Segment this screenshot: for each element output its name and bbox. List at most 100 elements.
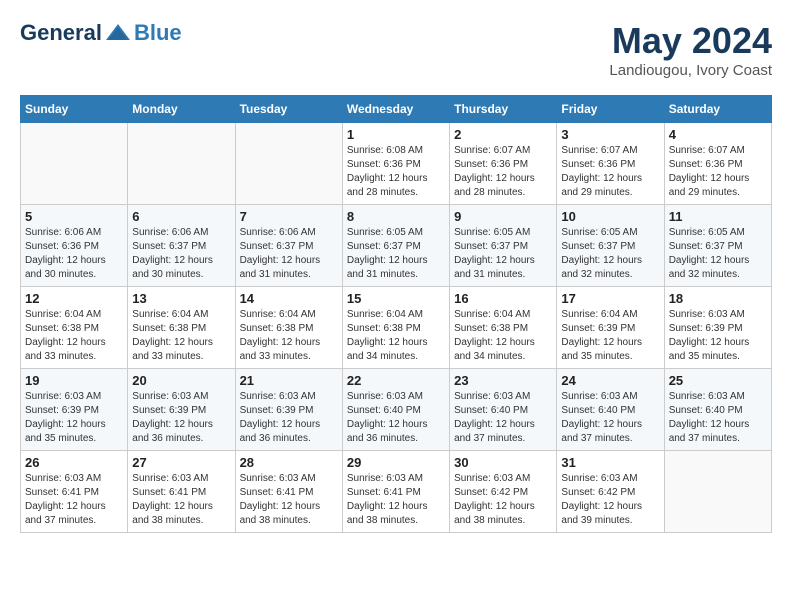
day-info: Sunrise: 6:06 AMSunset: 6:37 PMDaylight:… [132,226,230,282]
day-number: 12 [25,291,123,306]
calendar-cell: 5 Sunrise: 6:06 AMSunset: 6:36 PMDaylight… [21,205,128,287]
calendar-cell: 28 Sunrise: 6:03 AMSunset: 6:41 PMDayligh… [235,451,342,533]
day-info: Sunrise: 6:03 AMSunset: 6:40 PMDaylight:… [454,390,552,446]
column-header-wednesday: Wednesday [342,96,449,123]
logo-general-text: General [20,20,102,46]
day-info: Sunrise: 6:05 AMSunset: 6:37 PMDaylight:… [347,226,445,282]
column-header-tuesday: Tuesday [235,96,342,123]
calendar-cell: 24 Sunrise: 6:03 AMSunset: 6:40 PMDayligh… [557,369,664,451]
calendar-cell: 2 Sunrise: 6:07 AMSunset: 6:36 PMDaylight… [450,123,557,205]
day-number: 1 [347,127,445,142]
day-info: Sunrise: 6:03 AMSunset: 6:40 PMDaylight:… [669,390,767,446]
day-info: Sunrise: 6:05 AMSunset: 6:37 PMDaylight:… [669,226,767,282]
calendar-cell: 17Sunrise: 6:04 AMSunset: 6:39 PMDayligh… [557,287,664,369]
calendar-cell: 21 Sunrise: 6:03 AMSunset: 6:39 PMDayligh… [235,369,342,451]
calendar-week-row: 5 Sunrise: 6:06 AMSunset: 6:36 PMDaylight… [21,205,772,287]
location-subtitle: Landiougou, Ivory Coast [609,62,772,79]
calendar-week-row: 1 Sunrise: 6:08 AMSunset: 6:36 PMDaylight… [21,123,772,205]
day-info: Sunrise: 6:05 AMSunset: 6:37 PMDaylight:… [454,226,552,282]
day-info: Sunrise: 6:06 AMSunset: 6:37 PMDaylight:… [240,226,338,282]
calendar-cell: 12Sunrise: 6:04 AMSunset: 6:38 PMDayligh… [21,287,128,369]
logo-icon [104,22,132,44]
day-info: Sunrise: 6:04 AMSunset: 6:38 PMDaylight:… [132,308,230,364]
logo: General Blue [20,20,182,46]
day-number: 5 [25,209,123,224]
day-info: Sunrise: 6:03 AMSunset: 6:40 PMDaylight:… [561,390,659,446]
day-info: Sunrise: 6:04 AMSunset: 6:39 PMDaylight:… [561,308,659,364]
calendar-cell: 22 Sunrise: 6:03 AMSunset: 6:40 PMDayligh… [342,369,449,451]
day-info: Sunrise: 6:08 AMSunset: 6:36 PMDaylight:… [347,144,445,200]
calendar-cell: 8 Sunrise: 6:05 AMSunset: 6:37 PMDaylight… [342,205,449,287]
day-number: 9 [454,209,552,224]
day-number: 6 [132,209,230,224]
day-info: Sunrise: 6:07 AMSunset: 6:36 PMDaylight:… [454,144,552,200]
calendar-week-row: 26Sunrise: 6:03 AMSunset: 6:41 PMDayligh… [21,451,772,533]
logo-blue-text: Blue [134,20,182,46]
page-header: General Blue May 2024 Landiougou, Ivory … [20,20,772,79]
day-info: Sunrise: 6:03 AMSunset: 6:39 PMDaylight:… [240,390,338,446]
calendar-week-row: 12 Sunrise: 6:04 AMSunset: 6:38 PMDayligh… [21,287,772,369]
calendar-cell: 1 Sunrise: 6:08 AMSunset: 6:36 PMDaylight… [342,123,449,205]
day-info: Sunrise: 6:06 AMSunset: 6:36 PMDaylight:… [25,226,123,282]
day-number: 30 [454,455,552,470]
calendar-cell: 7Sunrise: 6:06 AMSunset: 6:37 PMDaylight… [235,205,342,287]
calendar-cell: 20Sunrise: 6:03 AMSunset: 6:39 PMDayligh… [128,369,235,451]
calendar-cell: 23 Sunrise: 6:03 AMSunset: 6:40 PMDayligh… [450,369,557,451]
day-number: 21 [240,373,338,388]
column-header-thursday: Thursday [450,96,557,123]
calendar-cell: 16 Sunrise: 6:04 AMSunset: 6:38 PMDayligh… [450,287,557,369]
day-info: Sunrise: 6:04 AMSunset: 6:38 PMDaylight:… [240,308,338,364]
calendar-week-row: 19Sunrise: 6:03 AMSunset: 6:39 PMDayligh… [21,369,772,451]
calendar-cell [21,123,128,205]
day-number: 11 [669,209,767,224]
day-info: Sunrise: 6:03 AMSunset: 6:40 PMDaylight:… [347,390,445,446]
calendar-cell: 14Sunrise: 6:04 AMSunset: 6:38 PMDayligh… [235,287,342,369]
day-number: 18 [669,291,767,306]
day-info: Sunrise: 6:07 AMSunset: 6:36 PMDaylight:… [561,144,659,200]
day-number: 2 [454,127,552,142]
day-number: 22 [347,373,445,388]
calendar-cell: 11 Sunrise: 6:05 AMSunset: 6:37 PMDayligh… [664,205,771,287]
day-number: 16 [454,291,552,306]
day-info: Sunrise: 6:03 AMSunset: 6:39 PMDaylight:… [132,390,230,446]
calendar-cell: 29 Sunrise: 6:03 AMSunset: 6:41 PMDayligh… [342,451,449,533]
day-number: 8 [347,209,445,224]
calendar-cell [235,123,342,205]
day-info: Sunrise: 6:03 AMSunset: 6:41 PMDaylight:… [347,472,445,528]
day-info: Sunrise: 6:03 AMSunset: 6:39 PMDaylight:… [669,308,767,364]
day-number: 4 [669,127,767,142]
day-number: 27 [132,455,230,470]
column-header-monday: Monday [128,96,235,123]
calendar-cell [664,451,771,533]
calendar-header-row: SundayMondayTuesdayWednesdayThursdayFrid… [21,96,772,123]
calendar-cell: 27 Sunrise: 6:03 AMSunset: 6:41 PMDayligh… [128,451,235,533]
day-info: Sunrise: 6:05 AMSunset: 6:37 PMDaylight:… [561,226,659,282]
calendar-cell [128,123,235,205]
day-number: 24 [561,373,659,388]
day-number: 28 [240,455,338,470]
day-number: 23 [454,373,552,388]
day-info: Sunrise: 6:04 AMSunset: 6:38 PMDaylight:… [347,308,445,364]
calendar-cell: 10Sunrise: 6:05 AMSunset: 6:37 PMDayligh… [557,205,664,287]
day-info: Sunrise: 6:03 AMSunset: 6:41 PMDaylight:… [132,472,230,528]
day-number: 25 [669,373,767,388]
calendar-cell: 18 Sunrise: 6:03 AMSunset: 6:39 PMDayligh… [664,287,771,369]
title-area: May 2024 Landiougou, Ivory Coast [609,20,772,79]
calendar-cell: 9 Sunrise: 6:05 AMSunset: 6:37 PMDaylight… [450,205,557,287]
column-header-saturday: Saturday [664,96,771,123]
day-number: 15 [347,291,445,306]
day-info: Sunrise: 6:03 AMSunset: 6:41 PMDaylight:… [240,472,338,528]
calendar-cell: 15 Sunrise: 6:04 AMSunset: 6:38 PMDayligh… [342,287,449,369]
day-info: Sunrise: 6:03 AMSunset: 6:39 PMDaylight:… [25,390,123,446]
day-info: Sunrise: 6:04 AMSunset: 6:38 PMDaylight:… [454,308,552,364]
day-number: 29 [347,455,445,470]
calendar-cell: 25 Sunrise: 6:03 AMSunset: 6:40 PMDayligh… [664,369,771,451]
calendar-cell: 6 Sunrise: 6:06 AMSunset: 6:37 PMDaylight… [128,205,235,287]
day-number: 31 [561,455,659,470]
calendar-cell: 13Sunrise: 6:04 AMSunset: 6:38 PMDayligh… [128,287,235,369]
day-info: Sunrise: 6:03 AMSunset: 6:42 PMDaylight:… [454,472,552,528]
calendar-cell: 31Sunrise: 6:03 AMSunset: 6:42 PMDayligh… [557,451,664,533]
column-header-sunday: Sunday [21,96,128,123]
day-info: Sunrise: 6:07 AMSunset: 6:36 PMDaylight:… [669,144,767,200]
calendar-cell: 3Sunrise: 6:07 AMSunset: 6:36 PMDaylight… [557,123,664,205]
